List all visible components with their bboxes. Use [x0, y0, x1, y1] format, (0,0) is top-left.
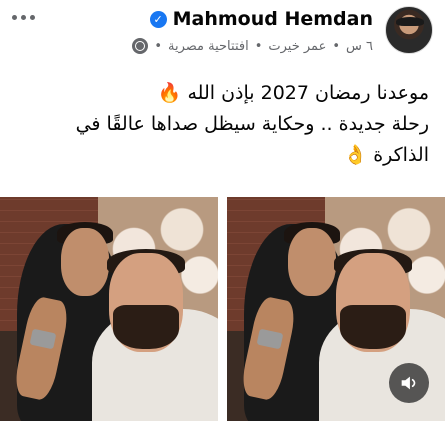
author-row: ✓ Mahmoud Hemdan: [149, 8, 373, 30]
photo-left[interactable]: [0, 197, 218, 421]
post-time[interactable]: ٦ س: [346, 39, 373, 54]
photo-grid: [0, 197, 445, 421]
post-category: افتتاحية مصرية: [168, 38, 249, 54]
post-text: موعدنا رمضان 2027 بإذن الله 🔥 رحلة جديدة…: [9, 78, 429, 171]
post-text-line: الذاكرة 👌: [343, 144, 430, 166]
photo-right[interactable]: [227, 197, 445, 421]
meta-separator: •: [332, 38, 340, 54]
meta-separator: •: [154, 38, 162, 54]
post-location[interactable]: عمر خيرت: [268, 39, 326, 54]
sound-toggle-button[interactable]: [389, 363, 429, 403]
post-meta: ٦ س • عمر خيرت • افتتاحية مصرية •: [132, 38, 373, 54]
post-header: ✓ Mahmoud Hemdan ٦ س • عمر خيرت • افتتاح…: [0, 0, 445, 66]
globe-icon[interactable]: [132, 38, 149, 54]
more-options-button[interactable]: [12, 8, 42, 26]
more-icon: [12, 14, 17, 20]
verified-badge-icon: ✓: [149, 10, 167, 28]
avatar[interactable]: [385, 6, 433, 54]
meta-separator: •: [254, 38, 263, 54]
author-name[interactable]: Mahmoud Hemdan: [173, 8, 373, 30]
post-text-line: موعدنا رمضان 2027 بإذن الله 🔥: [157, 82, 429, 104]
post-text-line: رحلة جديدة .. وحكاية سيظل صداها عالقًا ف…: [75, 113, 429, 135]
sound-on-icon: [401, 376, 416, 390]
